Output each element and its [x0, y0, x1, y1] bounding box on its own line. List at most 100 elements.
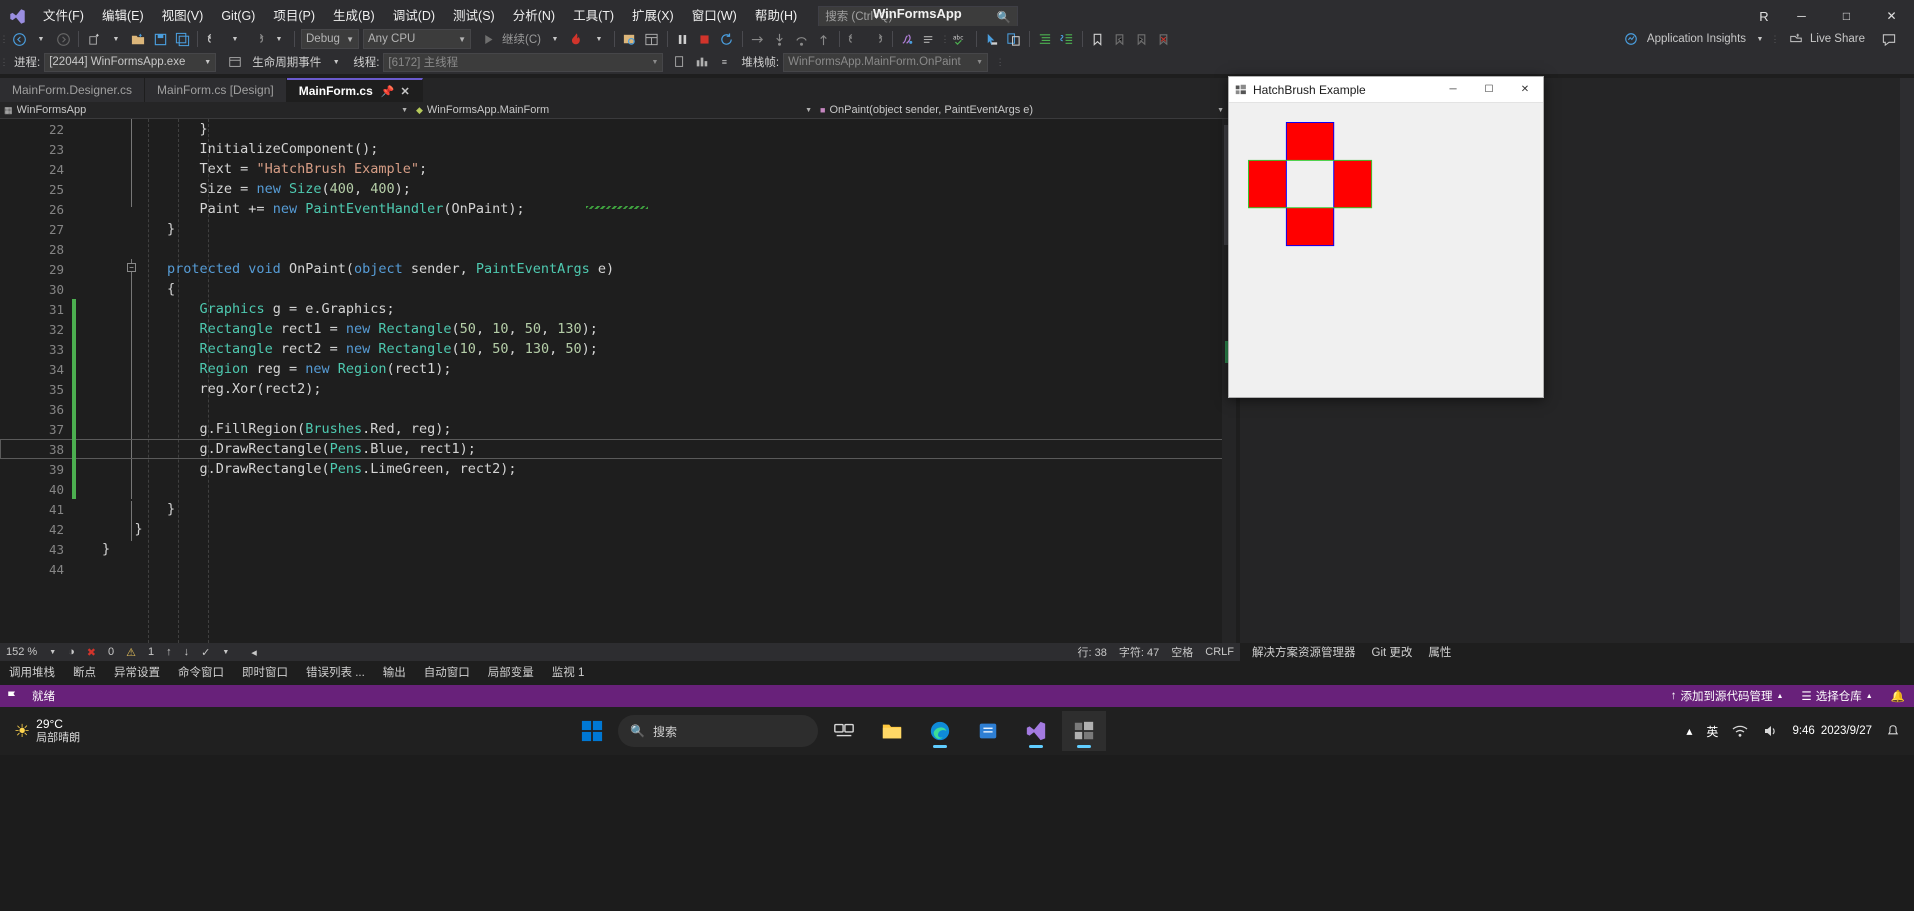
menu-file[interactable]: 文件(F) [34, 4, 93, 28]
pointer-select-icon[interactable] [981, 28, 1003, 50]
stack-frame-next-icon[interactable] [691, 51, 713, 73]
code-cleanup-dropdown-icon[interactable]: ▼ [216, 649, 235, 656]
notification-center-button[interactable] [1880, 724, 1906, 738]
feedback-icon[interactable] [1878, 28, 1900, 50]
code-line[interactable]: 38 g.DrawRectangle(Pens.Blue, rect1); [0, 439, 1228, 459]
error-count[interactable]: 0 [102, 646, 120, 658]
menu-git[interactable]: Git(G) [212, 4, 264, 28]
code-editor[interactable]: 22 } 23 InitializeComponent(); 24 Text = "… [0, 119, 1228, 643]
code-line[interactable]: 31 Graphics g = e.Graphics; [0, 299, 1228, 319]
menu-view[interactable]: 视图(V) [153, 4, 213, 28]
step-up-icon[interactable] [813, 28, 835, 50]
show-layout-icon[interactable] [641, 28, 663, 50]
pause-debug-icon[interactable] [672, 28, 694, 50]
menu-edit[interactable]: 编辑(E) [93, 4, 153, 28]
code-line[interactable]: 35 reg.Xor(rect2); [0, 379, 1228, 399]
tab-mainform-designer[interactable]: MainForm.Designer.cs [0, 78, 146, 102]
menu-extensions[interactable]: 扩展(X) [623, 4, 683, 28]
menu-build[interactable]: 生成(B) [324, 4, 384, 28]
network-icon[interactable] [1726, 723, 1754, 739]
next-issue-icon[interactable]: ↓ [178, 646, 196, 658]
zoom-dropdown-icon[interactable]: ▼ [43, 649, 62, 656]
solution-configuration-dropdown[interactable]: Debug ▼ [301, 29, 359, 49]
scroll-left-icon[interactable]: ◂ [245, 646, 263, 659]
issues-icon[interactable]: ◑ [62, 646, 81, 658]
bookmark-next-icon[interactable] [1131, 28, 1153, 50]
attach-process-icon[interactable] [619, 28, 641, 50]
pin-tab-icon[interactable]: 📌 [381, 85, 395, 98]
code-line[interactable]: 37 g.FillRegion(Brushes.Red, reg); [0, 419, 1228, 439]
thread-dropdown[interactable]: [6172] 主线程 ▼ [383, 52, 664, 72]
menu-tools[interactable]: 工具(T) [564, 4, 623, 28]
app-insights-icon[interactable] [1620, 28, 1642, 50]
dock-tab-immediate-window[interactable]: 即时窗口 [233, 664, 297, 680]
lifecycle-events-icon[interactable] [224, 51, 246, 73]
save-file-icon[interactable] [149, 28, 171, 50]
code-line[interactable]: 40 [0, 479, 1228, 499]
code-line[interactable]: 28 [0, 239, 1228, 259]
bookmark-clear-icon[interactable] [1153, 28, 1175, 50]
dock-tab-exception-settings[interactable]: 异常设置 [105, 664, 169, 680]
navigate-forward-icon[interactable] [52, 28, 74, 50]
dock-tab-autos[interactable]: 自动窗口 [415, 664, 479, 680]
select-repository[interactable]: ☰ 选择仓库 ▲ [1792, 688, 1881, 704]
code-line[interactable]: 25 Size = new Size(400, 400); [0, 179, 1228, 199]
menu-debug[interactable]: 调试(D) [384, 4, 444, 28]
dock-tab-command-window[interactable]: 命令窗口 [169, 664, 233, 680]
step-out-icon[interactable] [791, 28, 813, 50]
save-all-icon[interactable] [171, 28, 193, 50]
tab-mainform-design[interactable]: MainForm.cs [Design] [145, 78, 287, 102]
store-button[interactable] [966, 711, 1010, 751]
app-close-button[interactable]: ✕ [1507, 77, 1543, 103]
tab-mainform-cs[interactable]: MainForm.cs 📌 ✕ [286, 78, 423, 102]
code-line[interactable]: 39 g.DrawRectangle(Pens.LimeGreen, rect2… [0, 459, 1228, 479]
redo-nav-icon[interactable] [866, 28, 888, 50]
line-ending[interactable]: CRLF [1199, 646, 1240, 658]
warning-count[interactable]: 1 [142, 646, 160, 658]
new-project-dropdown-icon[interactable]: ▼ [105, 28, 127, 50]
debugbar-grip-2[interactable]: ⋮ [996, 53, 1005, 71]
refactor-icon[interactable] [897, 28, 919, 50]
menu-test[interactable]: 测试(S) [444, 4, 504, 28]
dock-tab-call-stack[interactable]: 调用堆栈 [0, 664, 64, 680]
code-line[interactable]: 33 Rectangle rect2 = new Rectangle(10, 5… [0, 339, 1228, 359]
menu-window[interactable]: 窗口(W) [683, 4, 746, 28]
stop-debug-icon[interactable] [694, 28, 716, 50]
indent-lines-icon[interactable] [1034, 28, 1056, 50]
dock-tab-locals[interactable]: 局部变量 [479, 664, 543, 680]
redo-icon[interactable] [246, 28, 268, 50]
toolbar-grip-2[interactable]: ⋮ [940, 30, 949, 48]
dock-tab-breakpoints[interactable]: 断点 [64, 664, 105, 680]
code-cleanup-icon[interactable]: ✓ [195, 646, 216, 659]
process-dropdown[interactable]: [22044] WinFormsApp.exe ▼ [44, 52, 217, 72]
tray-expand-button[interactable]: ▴ [1680, 724, 1698, 738]
hatchbrush-example-window[interactable]: HatchBrush Example ─ ☐ ✕ [1228, 76, 1544, 398]
code-line[interactable]: 32 Rectangle rect1 = new Rectangle(50, 1… [0, 319, 1228, 339]
dock-tab-watch-1[interactable]: 监视 1 [543, 664, 594, 680]
live-share-icon[interactable] [1785, 28, 1807, 50]
code-line[interactable]: 30 { [0, 279, 1228, 299]
app-maximize-button[interactable]: ☐ [1471, 77, 1507, 103]
taskbar-search-box[interactable]: 🔍 搜索 [618, 715, 818, 747]
live-share-label[interactable]: Live Share [1807, 33, 1868, 45]
prev-issue-icon[interactable]: ↑ [160, 646, 178, 658]
hot-reload-icon[interactable] [566, 28, 588, 50]
spellcheck-abc-icon[interactable]: abc [949, 28, 972, 50]
dock-tab-git-changes[interactable]: Git 更改 [1364, 644, 1421, 660]
ime-indicator[interactable]: 英 [1700, 723, 1724, 740]
dock-tab-properties[interactable]: 属性 [1420, 644, 1459, 660]
step-over-icon[interactable] [747, 28, 769, 50]
file-explorer-button[interactable] [870, 711, 914, 751]
debugbar-grip[interactable]: ⋮ [0, 53, 9, 71]
code-line[interactable]: 44 [0, 559, 1228, 579]
comment-lines-icon[interactable] [919, 28, 941, 50]
app-insights-dropdown-icon[interactable]: ▼ [1749, 28, 1771, 50]
toolbar-grip-3[interactable]: ⋮ [1771, 30, 1780, 48]
redo-dropdown-icon[interactable]: ▼ [268, 28, 290, 50]
dock-tab-solution-explorer[interactable]: 解决方案资源管理器 [1244, 644, 1364, 660]
new-project-icon[interactable] [83, 28, 105, 50]
lifecycle-dropdown-icon[interactable]: ▼ [325, 51, 347, 73]
menu-analyze[interactable]: 分析(N) [504, 4, 564, 28]
winforms-app-taskbar-button[interactable] [1062, 711, 1106, 751]
format-document-icon[interactable] [1056, 28, 1078, 50]
